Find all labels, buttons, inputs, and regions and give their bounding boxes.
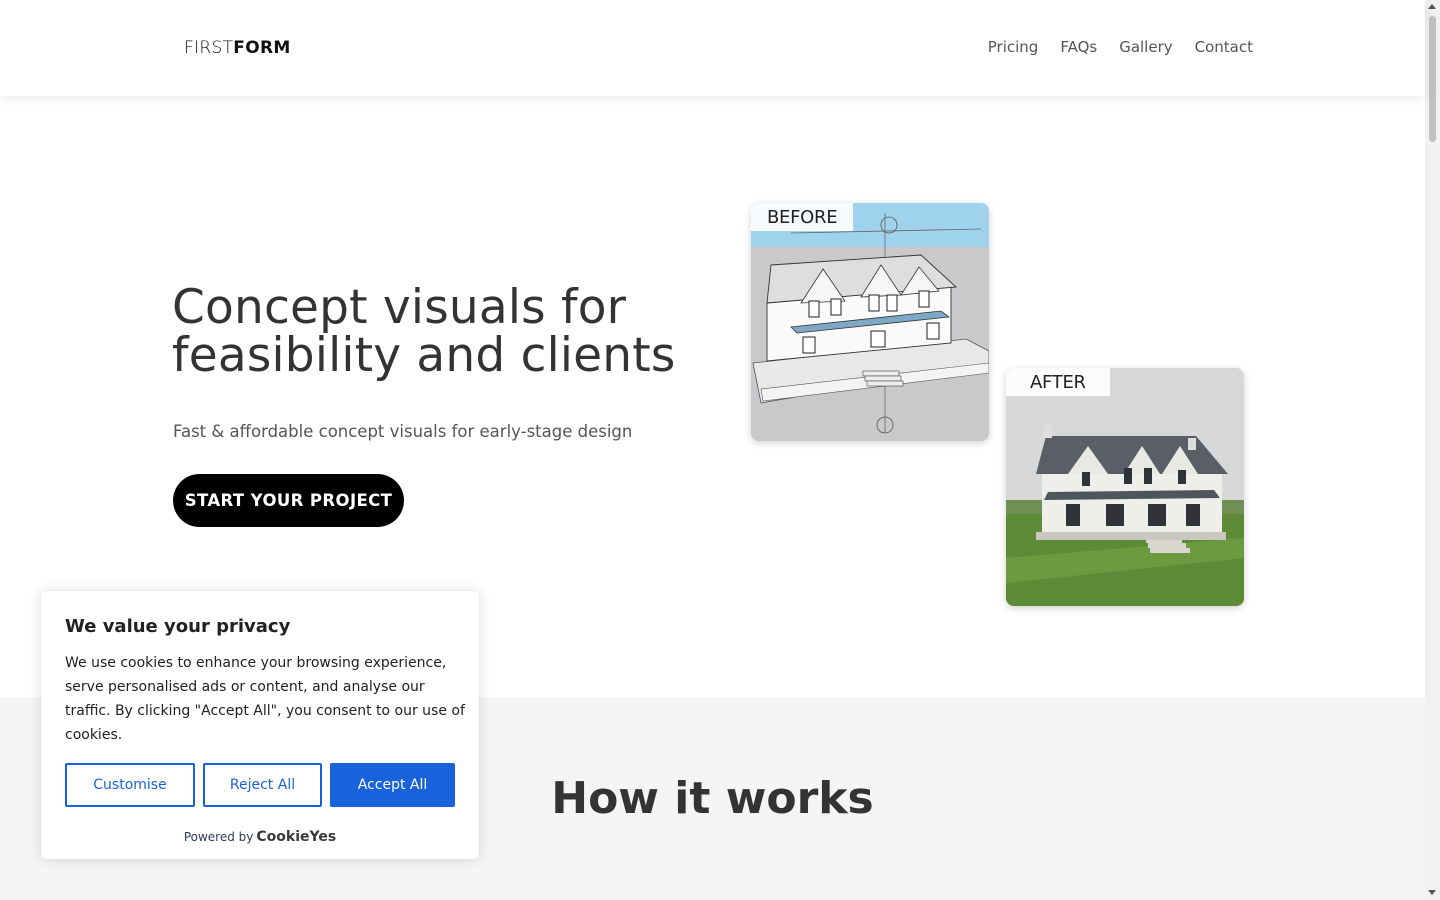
- after-image: AFTER: [1006, 368, 1244, 606]
- hero-title: Concept visuals for feasibility and clie…: [172, 284, 732, 380]
- scroll-down-arrow-icon[interactable]: [1428, 890, 1436, 895]
- start-project-button[interactable]: START YOUR PROJECT: [173, 474, 404, 527]
- house-render-illustration: [1006, 368, 1244, 606]
- house-sketch-illustration: [752, 213, 989, 434]
- cookie-consent-banner: We value your privacy We use cookies to …: [41, 591, 479, 859]
- before-image: BEFORE: [751, 203, 989, 441]
- after-label: AFTER: [1006, 368, 1110, 396]
- powered-by: Powered by CookieYes: [41, 829, 479, 845]
- cookie-title: We value your privacy: [65, 616, 291, 637]
- cookie-description: We use cookies to enhance your browsing …: [65, 655, 465, 743]
- hero-subtitle: Fast & affordable concept visuals for ea…: [173, 422, 633, 441]
- nav-link-faqs[interactable]: FAQs: [1060, 38, 1097, 56]
- customise-button[interactable]: Customise: [65, 763, 195, 807]
- scroll-up-arrow-icon[interactable]: [1428, 4, 1436, 9]
- nav-link-pricing[interactable]: Pricing: [988, 38, 1039, 56]
- cookieyes-logo[interactable]: CookieYes: [256, 829, 336, 845]
- hero-title-line-1: Concept visuals for: [172, 280, 627, 335]
- site-header: FIRSTFORM Pricing FAQs Gallery Contact: [0, 0, 1425, 96]
- reject-all-button[interactable]: Reject All: [203, 763, 322, 807]
- hero-title-line-2: feasibility and clients: [172, 328, 676, 383]
- logo-first: FIRST: [184, 38, 234, 58]
- logo-form: FORM: [233, 38, 291, 58]
- scroll-thumb[interactable]: [1429, 16, 1436, 142]
- main-nav: Pricing FAQs Gallery Contact: [988, 38, 1253, 56]
- before-label: BEFORE: [751, 203, 854, 231]
- nav-link-gallery[interactable]: Gallery: [1119, 38, 1172, 56]
- accept-all-button[interactable]: Accept All: [330, 763, 455, 807]
- nav-link-contact[interactable]: Contact: [1195, 38, 1253, 56]
- page-scrollbar[interactable]: [1425, 0, 1440, 900]
- powered-by-label: Powered by: [183, 830, 254, 844]
- logo[interactable]: FIRSTFORM: [184, 38, 291, 58]
